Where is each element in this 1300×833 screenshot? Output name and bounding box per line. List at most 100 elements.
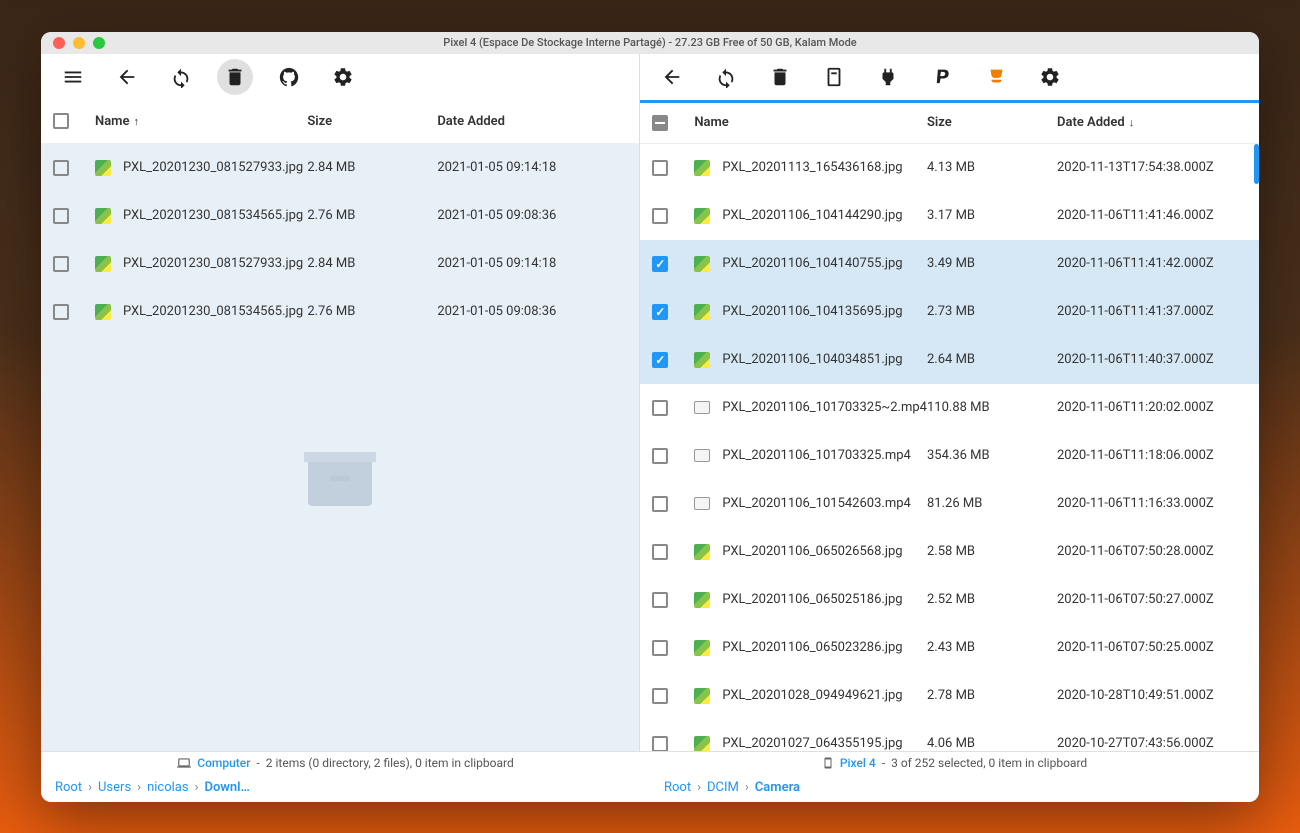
file-row[interactable]: PXL_20201106_101542603.mp481.26 MB2020-1… <box>640 480 1259 528</box>
breadcrumb-item[interactable]: Root <box>55 780 82 795</box>
file-row[interactable]: PXL_20201106_104034851.jpg2.64 MB2020-11… <box>640 336 1259 384</box>
file-row[interactable]: PXL_20201106_104140755.jpg3.49 MB2020-11… <box>640 240 1259 288</box>
donate-button[interactable] <box>924 59 960 95</box>
footer: Computer - 2 items (0 directory, 2 files… <box>41 751 1259 802</box>
image-file-icon <box>694 256 710 272</box>
file-size: 2.58 MB <box>927 544 1057 559</box>
file-size: 2.84 MB <box>307 160 437 175</box>
row-checkbox[interactable] <box>652 160 668 176</box>
row-checkbox[interactable] <box>652 736 668 751</box>
right-col-size-header[interactable]: Size <box>927 115 1057 130</box>
breadcrumb-item[interactable]: Root <box>664 780 691 795</box>
right-select-all-checkbox[interactable] <box>652 115 668 131</box>
delete-button[interactable] <box>762 59 798 95</box>
left-device-link[interactable]: Computer <box>197 756 250 770</box>
left-breadcrumbs: Root›Users›nicolas›Downl… <box>41 774 650 802</box>
breadcrumb-item[interactable]: DCIM <box>707 780 739 795</box>
file-row[interactable]: PXL_20201113_165436168.jpg4.13 MB2020-11… <box>640 144 1259 192</box>
file-date: 2020-11-06T11:18:06.000Z <box>1057 448 1247 463</box>
row-checkbox[interactable] <box>53 304 69 320</box>
refresh-button[interactable] <box>708 59 744 95</box>
back-button[interactable] <box>654 59 690 95</box>
file-date: 2021-01-05 09:08:36 <box>437 208 627 223</box>
breadcrumb-item[interactable]: Users <box>98 780 131 795</box>
file-row[interactable]: PXL_20201027_064355195.jpg4.06 MB2020-10… <box>640 720 1259 751</box>
row-checkbox[interactable] <box>53 256 69 272</box>
file-date: 2020-11-06T07:50:25.000Z <box>1057 640 1247 655</box>
close-window-button[interactable] <box>53 37 65 49</box>
file-date: 2020-10-28T10:49:51.000Z <box>1057 688 1247 703</box>
image-file-icon <box>694 544 710 560</box>
file-row[interactable]: PXL_20201230_081534565.jpg2.76 MB2021-01… <box>41 288 639 336</box>
minimize-window-button[interactable] <box>73 37 85 49</box>
settings-button[interactable] <box>325 59 361 95</box>
right-col-name-header[interactable]: Name <box>694 115 927 130</box>
file-row[interactable]: PXL_20201106_101703325~2.mp4110.88 MB202… <box>640 384 1259 432</box>
menu-button[interactable] <box>55 59 91 95</box>
file-row[interactable]: PXL_20201028_094949621.jpg2.78 MB2020-10… <box>640 672 1259 720</box>
row-checkbox[interactable] <box>53 160 69 176</box>
left-select-all-checkbox[interactable] <box>53 113 69 129</box>
file-row[interactable]: PXL_20201106_065025186.jpg2.52 MB2020-11… <box>640 576 1259 624</box>
row-checkbox[interactable] <box>652 448 668 464</box>
back-button[interactable] <box>109 59 145 95</box>
file-name: PXL_20201230_081527933.jpg <box>123 256 303 271</box>
chevron-right-icon: › <box>745 780 749 795</box>
left-col-date-header[interactable]: Date Added <box>437 114 627 129</box>
storage-button[interactable] <box>816 59 852 95</box>
file-name: PXL_20201106_101703325~2.mp4 <box>722 400 927 415</box>
file-row[interactable]: PXL_20201106_104135695.jpg2.73 MB2020-11… <box>640 288 1259 336</box>
right-device-link[interactable]: Pixel 4 <box>840 756 876 770</box>
plug-button[interactable] <box>870 59 906 95</box>
row-checkbox[interactable] <box>53 208 69 224</box>
file-size: 110.88 MB <box>927 400 1057 415</box>
delete-button[interactable] <box>217 59 253 95</box>
scrollbar-thumb[interactable] <box>1254 144 1259 184</box>
row-checkbox[interactable] <box>652 592 668 608</box>
buy-coffee-button[interactable] <box>978 59 1014 95</box>
image-file-icon <box>694 592 710 608</box>
right-col-date-header[interactable]: Date Added ↓ <box>1057 115 1247 130</box>
video-file-icon <box>694 448 710 464</box>
file-row[interactable]: PXL_20201106_101703325.mp4354.36 MB2020-… <box>640 432 1259 480</box>
maximize-window-button[interactable] <box>93 37 105 49</box>
file-date: 2020-10-27T07:43:56.000Z <box>1057 736 1247 751</box>
left-col-size-header[interactable]: Size <box>307 114 437 129</box>
file-name: PXL_20201106_104144290.jpg <box>722 208 902 223</box>
chevron-right-icon: › <box>88 780 92 795</box>
github-button[interactable] <box>271 59 307 95</box>
row-checkbox[interactable] <box>652 400 668 416</box>
file-row[interactable]: PXL_20201106_065023286.jpg2.43 MB2020-11… <box>640 624 1259 672</box>
row-checkbox[interactable] <box>652 688 668 704</box>
file-date: 2020-11-06T07:50:27.000Z <box>1057 592 1247 607</box>
row-checkbox[interactable] <box>652 208 668 224</box>
file-row[interactable]: PXL_20201230_081534565.jpg2.76 MB2021-01… <box>41 192 639 240</box>
settings-button[interactable] <box>1032 59 1068 95</box>
file-size: 2.64 MB <box>927 352 1057 367</box>
chevron-right-icon: › <box>697 780 701 795</box>
left-col-name-header[interactable]: Name ↑ <box>95 114 307 129</box>
breadcrumb-item[interactable]: Downl… <box>204 780 249 795</box>
refresh-button[interactable] <box>163 59 199 95</box>
row-checkbox[interactable] <box>652 256 668 272</box>
file-row[interactable]: PXL_20201106_104144290.jpg3.17 MB2020-11… <box>640 192 1259 240</box>
file-row[interactable]: PXL_20201230_081527933.jpg2.84 MB2021-01… <box>41 144 639 192</box>
file-date: 2020-11-06T11:41:46.000Z <box>1057 208 1247 223</box>
breadcrumb-item[interactable]: nicolas <box>147 780 189 795</box>
phone-icon <box>822 756 834 770</box>
row-checkbox[interactable] <box>652 496 668 512</box>
row-checkbox[interactable] <box>652 304 668 320</box>
row-checkbox[interactable] <box>652 640 668 656</box>
file-date: 2020-11-06T07:50:28.000Z <box>1057 544 1247 559</box>
file-name: PXL_20201106_104140755.jpg <box>722 256 902 271</box>
row-checkbox[interactable] <box>652 544 668 560</box>
file-size: 2.43 MB <box>927 640 1057 655</box>
file-row[interactable]: PXL_20201230_081527933.jpg2.84 MB2021-01… <box>41 240 639 288</box>
file-row[interactable]: PXL_20201106_065026568.jpg2.58 MB2020-11… <box>640 528 1259 576</box>
panels-container: Name ↑ Size Date Added PXL_20201230_0815… <box>41 54 1259 751</box>
file-name: PXL_20201106_065025186.jpg <box>722 592 902 607</box>
row-checkbox[interactable] <box>652 352 668 368</box>
chevron-right-icon: › <box>195 780 199 795</box>
file-date: 2020-11-13T17:54:38.000Z <box>1057 160 1247 175</box>
breadcrumb-item[interactable]: Camera <box>755 780 800 795</box>
